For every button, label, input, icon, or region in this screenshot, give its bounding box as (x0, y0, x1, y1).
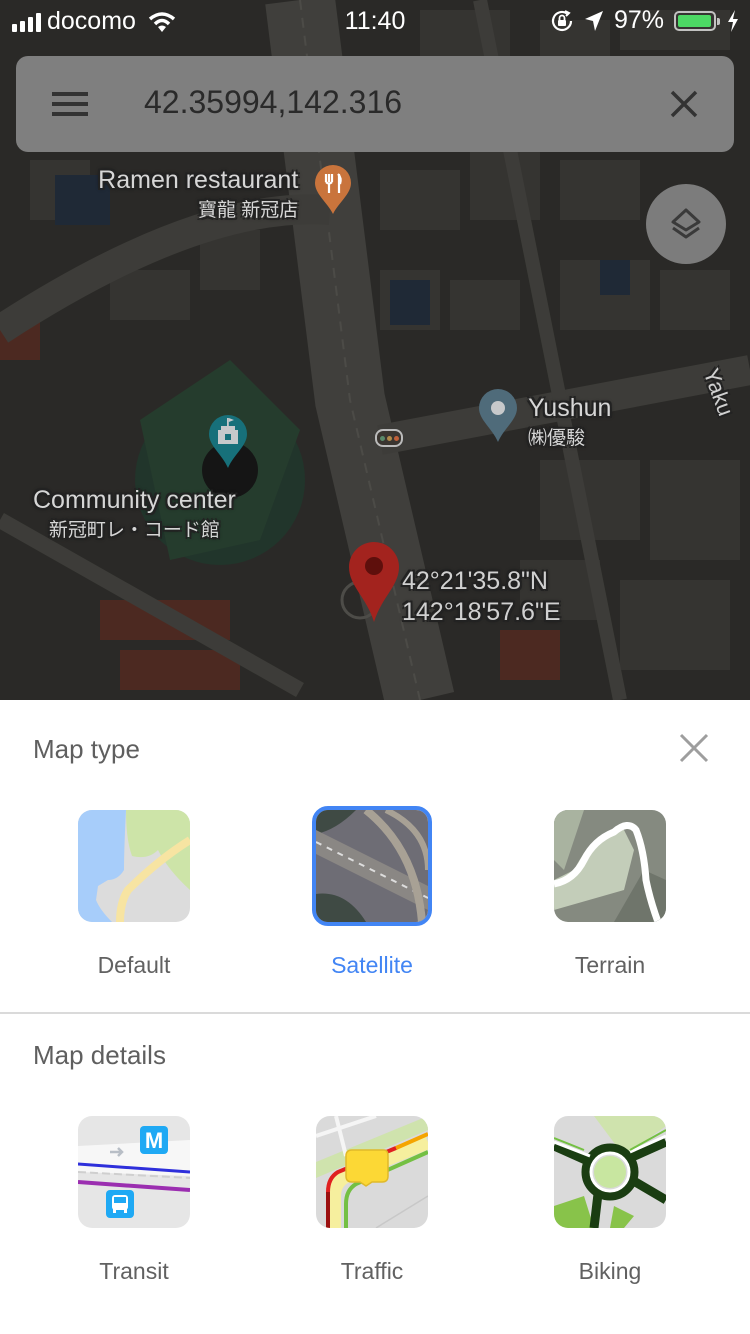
dropped-pin-icon[interactable] (347, 540, 401, 624)
orientation-lock-icon (551, 9, 573, 31)
location-arrow-icon (584, 10, 603, 31)
map-type-terrain[interactable]: Terrain (530, 810, 690, 979)
transit-thumbnail: M (78, 1116, 190, 1228)
layers-button[interactable] (646, 184, 726, 264)
traffic-light-icon (375, 429, 403, 447)
svg-text:M: M (145, 1128, 163, 1153)
poi-name: Yushun (528, 394, 612, 422)
layers-icon (671, 208, 701, 239)
hamburger-menu-icon[interactable] (52, 92, 88, 116)
poi-ramen-restaurant[interactable]: Ramen restaurant 寶龍 新冠店 (93, 166, 298, 222)
biking-thumbnail (554, 1116, 666, 1228)
poi-name: Ramen restaurant (98, 166, 299, 194)
section-divider (0, 1012, 750, 1014)
place-pin-icon[interactable] (477, 388, 519, 444)
map-detail-label: Biking (578, 1258, 642, 1284)
status-bar: docomo 11:40 97% (0, 0, 750, 40)
poi-name: Community center (33, 486, 236, 514)
map-details-title: Map details (33, 1040, 166, 1070)
map-view[interactable]: docomo 11:40 97% 42.35994,142.316 Ramen … (0, 0, 750, 700)
dropped-pin-coordinates: 42°21'35.8"N 142°18'57.6"E (402, 566, 561, 628)
map-detail-traffic[interactable]: Traffic (292, 1116, 452, 1285)
charging-icon (728, 9, 738, 32)
civic-building-icon[interactable] (207, 414, 249, 470)
battery-percent: 97% (613, 6, 664, 34)
map-detail-label: Traffic (340, 1258, 404, 1284)
map-type-label: Terrain (574, 952, 646, 978)
battery-icon (674, 10, 720, 31)
restaurant-icon[interactable] (313, 164, 353, 216)
map-detail-transit[interactable]: M Transit (54, 1116, 214, 1285)
map-layers-sheet: Map type Default Satellite Terrain Map d… (0, 700, 750, 1334)
map-type-label: Default (97, 952, 171, 978)
terrain-map-thumbnail (554, 810, 666, 922)
satellite-map-thumbnail (312, 806, 432, 926)
poi-community-center[interactable]: Community center 新冠町レ・コード館 (33, 486, 236, 542)
close-icon[interactable] (676, 730, 712, 766)
search-bar[interactable]: 42.35994,142.316 (16, 56, 734, 152)
default-map-thumbnail (78, 810, 190, 922)
poi-yushun[interactable]: Yushun ㈱優駿 (528, 394, 611, 450)
close-icon[interactable] (664, 84, 704, 124)
map-type-default[interactable]: Default (54, 810, 214, 979)
map-detail-biking[interactable]: Biking (530, 1116, 690, 1285)
search-input[interactable]: 42.35994,142.316 (144, 84, 402, 121)
poi-subtitle: 新冠町レ・コード館 (48, 520, 220, 541)
latitude-label: 42°21'35.8"N (402, 567, 548, 595)
poi-subtitle: ㈱優駿 (528, 428, 586, 449)
map-type-satellite[interactable]: Satellite (292, 806, 452, 979)
map-type-title: Map type (33, 734, 140, 764)
map-detail-label: Transit (99, 1258, 169, 1284)
longitude-label: 142°18'57.6"E (402, 598, 561, 626)
poi-subtitle: 寶龍 新冠店 (198, 200, 299, 221)
traffic-thumbnail (316, 1116, 428, 1228)
map-type-label: Satellite (331, 952, 413, 978)
